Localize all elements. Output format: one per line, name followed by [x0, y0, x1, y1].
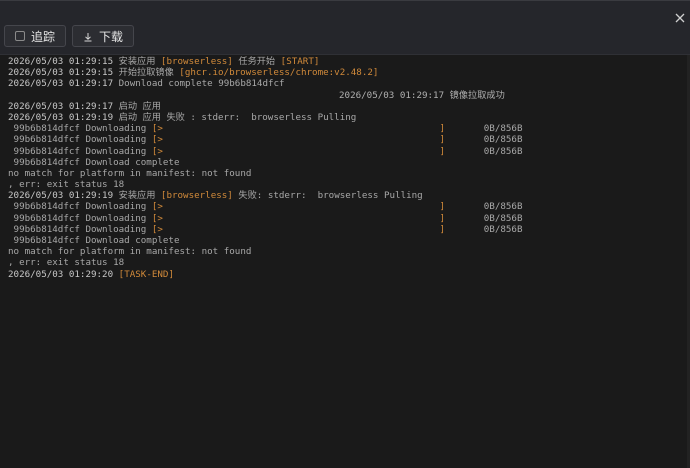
log-line: 2026/05/03 01:29:20 [TASK-END]: [8, 269, 690, 280]
log-text: 0B/856B: [445, 223, 523, 235]
log-text: no match for platform in manifest: not f…: [8, 246, 252, 258]
log-timestamp: 2026/05/03 01:29:19: [8, 111, 114, 123]
log-text: 失败: stderr: browserless Pulling: [232, 190, 423, 202]
log-timestamp: 2026/05/03 01:29:17: [8, 100, 114, 112]
log-text: 99b6b814dfcf Download complete: [8, 156, 180, 168]
log-line: 2026/05/03 01:29:15 安装应用 [browserless] 任…: [8, 56, 690, 67]
log-text: 0B/856B: [445, 212, 523, 224]
log-line: 99b6b814dfcf Download complete: [8, 235, 690, 246]
log-highlight: [>: [151, 212, 163, 224]
download-icon: [83, 31, 93, 42]
log-text: no match for platform in manifest: not f…: [8, 167, 252, 179]
log-text: 99b6b814dfcf Downloading: [8, 145, 152, 157]
log-line: 99b6b814dfcf Downloading [> ] 0B/856B: [8, 123, 690, 134]
log-timestamp: 2026/05/03 01:29:20: [8, 268, 114, 280]
log-text: 安装应用: [113, 56, 161, 67]
log-timestamp: 2026/05/03 01:29:15: [8, 67, 114, 79]
log-text: 安装应用: [113, 190, 161, 202]
log-line: 2026/05/03 01:29:17 启动 应用: [8, 101, 690, 112]
checkbox-icon[interactable]: [15, 31, 25, 41]
log-highlight: [START]: [280, 56, 320, 67]
log-text: 0B/856B: [445, 145, 523, 157]
log-line: , err: exit status 18: [8, 179, 690, 190]
log-text: 0B/856B: [445, 123, 523, 135]
log-text: 启动 应用 失败 : stderr: browserless Pulling: [113, 111, 357, 123]
follow-label: 追踪: [31, 29, 56, 44]
log-text: 99b6b814dfcf Downloading: [8, 201, 152, 213]
close-icon[interactable]: [672, 10, 688, 26]
log-line: no match for platform in manifest: not f…: [8, 168, 690, 179]
log-dialog: 追踪 下载 2026/05/03 01:29:15 安装应用 [browserl…: [0, 0, 690, 468]
log-text: , err: exit status 18: [8, 257, 125, 269]
log-text: 启动 应用: [113, 100, 161, 112]
log-line: 99b6b814dfcf Downloading [> ] 0B/856B: [8, 224, 690, 235]
log-line: 99b6b814dfcf Download complete: [8, 157, 690, 168]
log-toolbar: 追踪 下载: [4, 25, 135, 49]
follow-button[interactable]: 追踪: [4, 25, 67, 47]
log-text: 99b6b814dfcf Downloading: [8, 134, 152, 146]
log-timestamp: 2026/05/03 01:29:19: [8, 190, 114, 202]
log-line: 2026/05/03 01:29:19 启动 应用 失败 : stderr: b…: [8, 112, 690, 123]
log-highlight: [TASK-END]: [118, 268, 174, 280]
download-button[interactable]: 下载: [72, 25, 135, 47]
log-timestamp: 2026/05/03 01:29:17: [8, 78, 114, 90]
log-output[interactable]: 2026/05/03 01:29:15 安装应用 [browserless] 任…: [0, 54, 690, 468]
log-line: 2026/05/03 01:29:15 开始拉取镜像 [ghcr.io/brow…: [8, 67, 690, 78]
log-line: 99b6b814dfcf Downloading [> ] 0B/856B: [8, 134, 690, 145]
log-highlight: [>: [151, 134, 163, 146]
log-lines: 2026/05/03 01:29:15 安装应用 [browserless] 任…: [0, 55, 690, 280]
log-line: 2026/05/03 01:29:17 镜像拉取成功: [8, 90, 690, 101]
log-highlight: [ghcr.io/browserless/chrome:v2.48.2]: [179, 67, 379, 79]
log-line: 99b6b814dfcf Downloading [> ] 0B/856B: [8, 146, 690, 157]
log-line: 2026/05/03 01:29:17 Download complete 99…: [8, 78, 690, 89]
log-timestamp: 2026/05/03 01:29:15: [8, 56, 114, 67]
log-text: 99b6b814dfcf Downloading: [8, 123, 152, 135]
log-text: 0B/856B: [445, 201, 523, 213]
log-highlight: [>: [151, 145, 163, 157]
log-line: 99b6b814dfcf Downloading [> ] 0B/856B: [8, 213, 690, 224]
log-text: 99b6b814dfcf Download complete: [8, 235, 180, 246]
log-text: 99b6b814dfcf Downloading: [8, 223, 152, 235]
log-line: 2026/05/03 01:29:19 安装应用 [browserless] 失…: [8, 190, 690, 201]
log-text: 0B/856B: [445, 134, 523, 146]
log-highlight: [browserless]: [160, 56, 233, 67]
log-line: 99b6b814dfcf Downloading [> ] 0B/856B: [8, 201, 690, 212]
log-text: 任务开始: [232, 56, 281, 67]
log-line: , err: exit status 18: [8, 257, 690, 268]
log-text: 开始拉取镜像: [113, 67, 180, 79]
log-text: Download complete 99b6b814dfcf: [113, 78, 285, 90]
download-label: 下载: [99, 29, 124, 44]
log-text: 99b6b814dfcf Downloading: [8, 212, 152, 224]
log-highlight: [>: [151, 201, 163, 213]
log-highlight: [browserless]: [160, 190, 233, 202]
log-line-text: 2026/05/03 01:29:17 镜像拉取成功: [339, 89, 505, 101]
log-highlight: [>: [151, 123, 163, 135]
log-highlight: [>: [151, 223, 163, 235]
log-text: , err: exit status 18: [8, 179, 125, 191]
log-line: no match for platform in manifest: not f…: [8, 246, 690, 257]
